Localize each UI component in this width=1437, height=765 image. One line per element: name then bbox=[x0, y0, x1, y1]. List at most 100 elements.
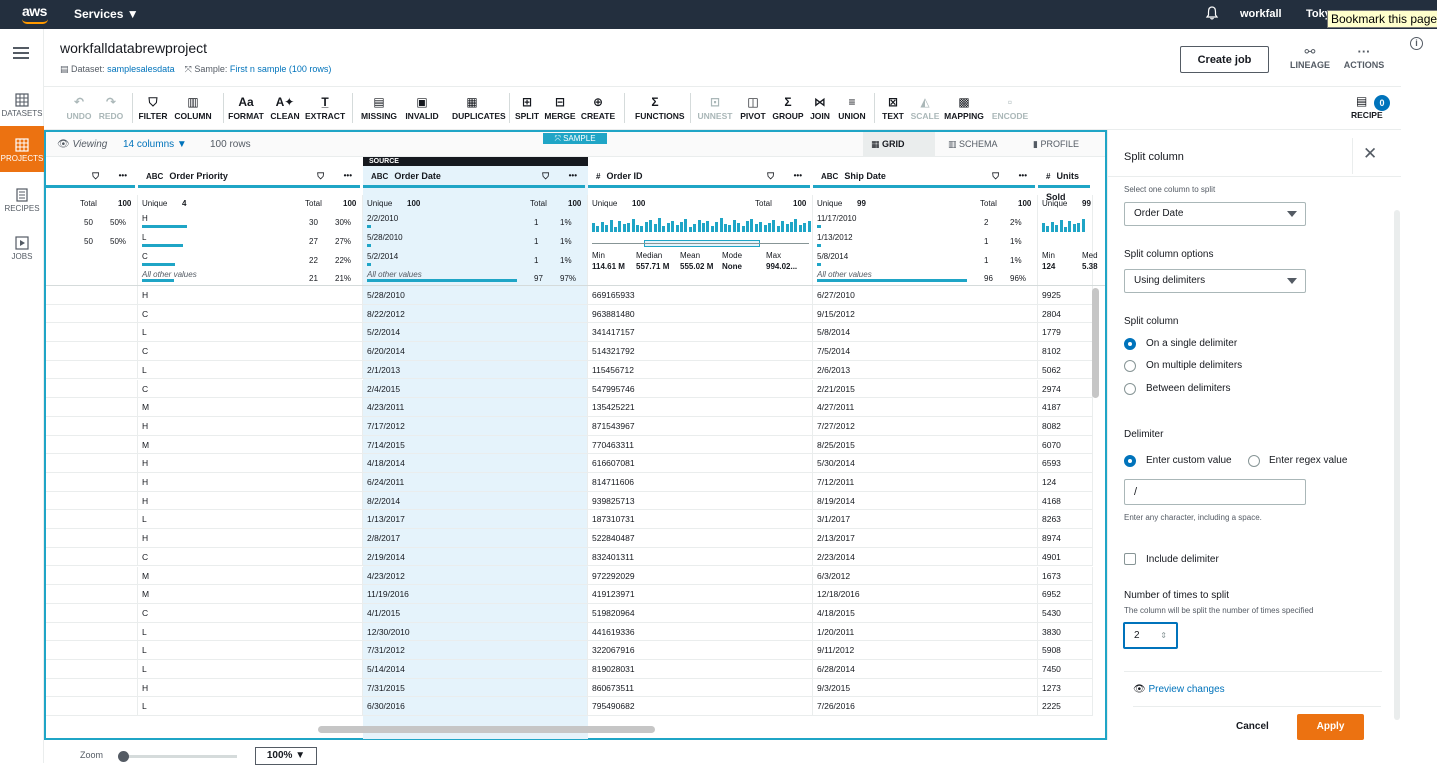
sidebar-item-recipes[interactable]: RECIPES bbox=[0, 184, 44, 228]
table-cell[interactable]: 8102 bbox=[1038, 342, 1093, 361]
table-cell[interactable]: 4/27/2011 bbox=[813, 398, 1038, 417]
table-cell[interactable]: L bbox=[138, 360, 363, 380]
table-cell[interactable]: H bbox=[138, 286, 363, 305]
include-delimiter-checkbox[interactable] bbox=[1124, 553, 1136, 565]
radio-regex-value[interactable] bbox=[1248, 455, 1260, 467]
table-cell[interactable]: L bbox=[138, 622, 363, 642]
table-cell[interactable]: 12/18/2016 bbox=[813, 585, 1038, 604]
stepper-arrows-icon[interactable]: ⇕ bbox=[1160, 624, 1167, 647]
table-cell[interactable]: 7/5/2014 bbox=[813, 342, 1038, 361]
table-cell[interactable]: 3/1/2017 bbox=[813, 510, 1038, 530]
table-cell[interactable]: 669165933 bbox=[588, 286, 813, 305]
column-menu-icon[interactable]: ••• bbox=[794, 166, 802, 186]
table-cell[interactable]: 5062 bbox=[1038, 360, 1093, 380]
table-cell[interactable]: 115456712 bbox=[588, 360, 813, 380]
table-cell[interactable]: H bbox=[138, 416, 363, 436]
table-cell[interactable]: M bbox=[138, 435, 363, 455]
table-cell[interactable]: 2/21/2015 bbox=[813, 379, 1038, 399]
table-cell[interactable] bbox=[46, 529, 138, 548]
times-stepper[interactable]: 2 ⇕ bbox=[1123, 622, 1178, 649]
radio-multiple-delimiters[interactable] bbox=[1124, 360, 1136, 372]
table-cell[interactable]: 8/22/2012 bbox=[363, 304, 588, 324]
bell-icon[interactable] bbox=[1205, 6, 1219, 20]
table-cell[interactable] bbox=[46, 286, 138, 305]
zoom-select[interactable]: 100% ▼ bbox=[255, 747, 317, 765]
column-header[interactable]: ABC Ship Date ⛉ ••• bbox=[813, 166, 1035, 188]
table-cell[interactable]: 2/4/2015 bbox=[363, 379, 588, 399]
table-cell[interactable]: 514321792 bbox=[588, 342, 813, 361]
table-cell[interactable] bbox=[46, 342, 138, 361]
close-icon[interactable]: ✕ bbox=[1363, 144, 1377, 164]
aws-logo[interactable]: aws bbox=[22, 3, 47, 19]
lineage-button[interactable]: ⚯ LINEAGE bbox=[1280, 44, 1340, 70]
table-cell[interactable]: M bbox=[138, 566, 363, 586]
preview-changes-link[interactable]: 👁 Preview changes bbox=[1133, 684, 1225, 695]
table-cell[interactable] bbox=[46, 398, 138, 417]
table-cell[interactable]: 4/1/2015 bbox=[363, 603, 588, 623]
table-cell[interactable]: 2804 bbox=[1038, 304, 1093, 324]
table-cell[interactable]: 6/24/2011 bbox=[363, 473, 588, 492]
table-cell[interactable]: 1/13/2017 bbox=[363, 510, 588, 530]
table-cell[interactable] bbox=[46, 379, 138, 399]
dataset-link[interactable]: samplesalesdata bbox=[107, 64, 175, 74]
table-cell[interactable]: 419123971 bbox=[588, 585, 813, 604]
table-cell[interactable] bbox=[46, 304, 138, 324]
table-cell[interactable]: C bbox=[138, 304, 363, 324]
table-cell[interactable]: H bbox=[138, 454, 363, 473]
table-cell[interactable]: 7/26/2016 bbox=[813, 697, 1038, 717]
radio-single-delimiter[interactable] bbox=[1124, 338, 1136, 350]
table-cell[interactable]: 972292029 bbox=[588, 566, 813, 586]
toolbar-clean-button[interactable]: A✦ CLEAN bbox=[265, 95, 305, 121]
table-cell[interactable]: 135425221 bbox=[588, 398, 813, 417]
table-cell[interactable]: 1779 bbox=[1038, 323, 1093, 343]
split-options-select[interactable]: Using delimiters bbox=[1124, 269, 1306, 293]
table-cell[interactable] bbox=[46, 510, 138, 530]
apply-button[interactable]: Apply bbox=[1297, 714, 1364, 740]
table-cell[interactable]: 871543967 bbox=[588, 416, 813, 436]
table-cell[interactable] bbox=[46, 454, 138, 473]
table-cell[interactable]: 6/27/2010 bbox=[813, 286, 1038, 305]
table-cell[interactable]: 322067916 bbox=[588, 641, 813, 660]
table-cell[interactable]: 832401311 bbox=[588, 547, 813, 567]
table-cell[interactable] bbox=[46, 547, 138, 567]
table-cell[interactable]: 9/3/2015 bbox=[813, 678, 1038, 698]
vertical-scrollbar[interactable] bbox=[1092, 288, 1099, 398]
delimiter-input[interactable]: / bbox=[1124, 479, 1306, 505]
column-menu-icon[interactable]: ••• bbox=[1019, 166, 1027, 186]
column-header[interactable]: # Units Sold bbox=[1038, 166, 1090, 202]
table-cell[interactable] bbox=[46, 697, 138, 717]
table-cell[interactable]: 7/12/2011 bbox=[813, 473, 1038, 492]
column-header[interactable]: # Order ID ⛉ ••• bbox=[588, 166, 810, 188]
table-cell[interactable]: H bbox=[138, 529, 363, 548]
hamburger-icon[interactable] bbox=[13, 47, 29, 59]
table-cell[interactable]: 4/23/2011 bbox=[363, 398, 588, 417]
table-cell[interactable]: L bbox=[138, 641, 363, 660]
table-cell[interactable] bbox=[46, 622, 138, 642]
table-cell[interactable]: C bbox=[138, 547, 363, 567]
tab-profile[interactable]: ▮ PROFILE bbox=[1025, 132, 1103, 157]
column-header[interactable]: ⛉ ••• bbox=[46, 166, 135, 188]
table-cell[interactable]: 819028031 bbox=[588, 660, 813, 679]
filter-icon[interactable]: ⛉ bbox=[767, 166, 774, 186]
column-menu-icon[interactable]: ••• bbox=[344, 166, 352, 186]
create-job-button[interactable]: Create job bbox=[1180, 46, 1269, 73]
table-cell[interactable]: 441619336 bbox=[588, 622, 813, 642]
table-cell[interactable]: 4187 bbox=[1038, 398, 1093, 417]
table-cell[interactable]: 8263 bbox=[1038, 510, 1093, 530]
services-menu[interactable]: Services ▼ bbox=[74, 7, 139, 21]
table-cell[interactable]: 2/23/2014 bbox=[813, 547, 1038, 567]
table-cell[interactable]: 2/6/2013 bbox=[813, 360, 1038, 380]
table-cell[interactable]: 187310731 bbox=[588, 510, 813, 530]
table-cell[interactable]: 4/23/2012 bbox=[363, 566, 588, 586]
table-cell[interactable]: 795490682 bbox=[588, 697, 813, 717]
table-cell[interactable]: 7/27/2012 bbox=[813, 416, 1038, 436]
radio-between-delimiters[interactable] bbox=[1124, 383, 1136, 395]
toolbar-missing-button[interactable]: ▤ MISSING bbox=[359, 95, 399, 121]
actions-button[interactable]: ··· ACTIONS bbox=[1334, 44, 1394, 70]
table-cell[interactable] bbox=[46, 416, 138, 436]
column-menu-icon[interactable]: ••• bbox=[119, 166, 127, 186]
table-cell[interactable]: 4/18/2015 bbox=[813, 603, 1038, 623]
table-cell[interactable]: 8/2/2014 bbox=[363, 491, 588, 511]
table-cell[interactable]: 5908 bbox=[1038, 641, 1093, 660]
table-cell[interactable]: 5/28/2010 bbox=[363, 286, 588, 305]
